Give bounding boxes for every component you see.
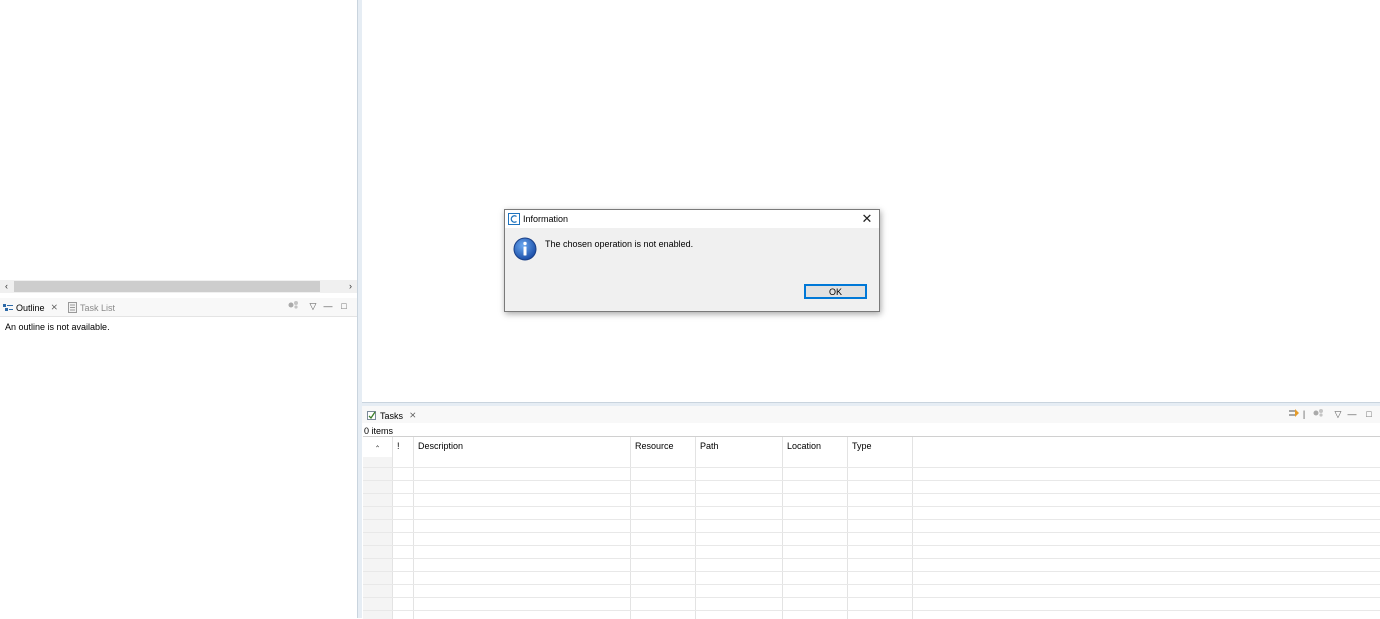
row-header-column	[363, 457, 392, 619]
column-header-resource[interactable]: Resource	[631, 437, 696, 467]
maximize-icon[interactable]: □	[338, 300, 350, 312]
column-divider	[630, 437, 631, 619]
table-row	[363, 480, 1380, 481]
table-row	[363, 506, 1380, 507]
table-row	[363, 571, 1380, 572]
tasks-icon	[367, 411, 376, 420]
tab-outline[interactable]: Outline ⨯	[3, 300, 58, 315]
outline-icon	[3, 303, 13, 311]
close-icon[interactable]: ⨯	[409, 410, 417, 421]
column-divider	[782, 437, 783, 619]
table-row	[363, 467, 1380, 468]
minimize-icon[interactable]: —	[1346, 408, 1358, 420]
close-icon[interactable]: ⨯	[51, 302, 59, 313]
view-menu-icon[interactable]: ▽	[1332, 408, 1344, 420]
ok-button[interactable]: OK	[804, 284, 867, 299]
column-divider	[912, 437, 913, 619]
outline-message: An outline is not available.	[5, 322, 110, 332]
new-task-icon[interactable]	[1288, 408, 1300, 420]
scroll-left-icon[interactable]: ‹	[0, 280, 13, 293]
horizontal-scrollbar[interactable]: ‹ ›	[0, 280, 357, 293]
tasks-tab-bar: Tasks ⨯ | ▽ — □	[362, 406, 1380, 423]
outline-tab-bar: Outline ⨯ Task List ▽ — □	[0, 298, 358, 317]
dialog-title: Information	[523, 214, 569, 224]
minimize-icon[interactable]: —	[322, 300, 334, 312]
tab-task-list[interactable]: Task List	[68, 300, 115, 315]
column-divider	[392, 437, 393, 619]
column-header-location[interactable]: Location	[783, 437, 848, 467]
tasks-item-count: 0 items	[364, 426, 394, 436]
tab-tasks-label: Tasks	[380, 410, 404, 421]
toolbar-separator: |	[1302, 409, 1306, 419]
column-header-type[interactable]: Type	[848, 437, 913, 467]
column-header-path[interactable]: Path	[696, 437, 783, 467]
column-header-description[interactable]: Description	[414, 437, 631, 467]
tab-task-list-label: Task List	[80, 302, 116, 313]
tab-outline-label: Outline	[16, 302, 45, 313]
table-row	[363, 558, 1380, 559]
column-divider	[413, 437, 414, 619]
maximize-icon[interactable]: □	[1363, 408, 1375, 420]
scroll-right-icon[interactable]: ›	[344, 280, 357, 293]
view-menu-icon[interactable]: ▽	[307, 300, 319, 312]
table-row	[363, 610, 1380, 611]
left-pane-content	[0, 0, 358, 280]
app-icon	[508, 213, 520, 225]
table-row	[363, 532, 1380, 533]
table-row	[363, 545, 1380, 546]
table-row	[363, 519, 1380, 520]
table-row	[363, 597, 1380, 598]
scrollbar-thumb[interactable]	[14, 281, 320, 292]
close-icon[interactable]: ✕	[859, 211, 875, 227]
dialog-title-bar[interactable]: Information ✕	[505, 210, 879, 228]
dialog-message: The chosen operation is not enabled.	[545, 239, 694, 249]
editor-area	[362, 0, 1380, 402]
tab-tasks[interactable]: Tasks ⨯	[366, 408, 417, 423]
table-row	[363, 584, 1380, 585]
sort-indicator-icon[interactable]: ‸	[363, 437, 393, 467]
information-dialog: Information ✕ The chosen operation is no…	[504, 209, 880, 312]
column-header-priority[interactable]: !	[393, 437, 414, 467]
focus-icon[interactable]	[1312, 408, 1324, 420]
focus-icon[interactable]	[287, 300, 299, 312]
information-icon	[513, 237, 537, 261]
task-list-icon	[68, 302, 77, 313]
column-divider	[847, 437, 848, 619]
table-row	[363, 493, 1380, 494]
tasks-table[interactable]: ‸ ! Description Resource Path Location T…	[363, 436, 1380, 619]
column-divider	[695, 437, 696, 619]
